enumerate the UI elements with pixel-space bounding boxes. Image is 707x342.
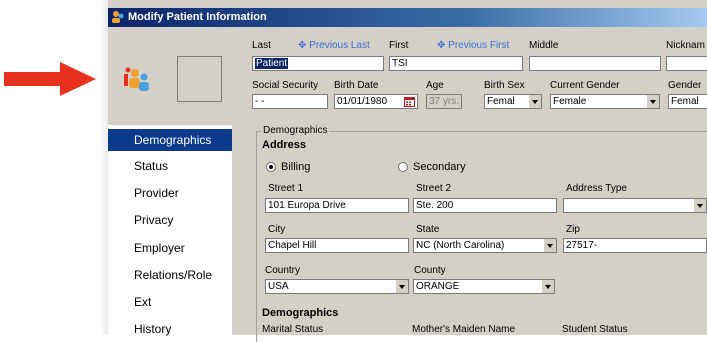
country-select[interactable]: USA [265, 279, 409, 294]
demographics-heading: Demographics [262, 307, 339, 319]
nickname-input[interactable] [666, 56, 707, 71]
sidebar-nav: Demographics Status Provider Privacy Emp… [108, 125, 232, 336]
age-label: Age [426, 80, 444, 91]
county-label: County [414, 265, 446, 276]
zip-label: Zip [566, 224, 580, 235]
chevron-down-icon[interactable] [395, 280, 408, 293]
last-name-value: Patient [255, 58, 289, 69]
street1-input[interactable]: 101 Europa Drive [265, 198, 409, 213]
birth-date-label: Birth Date [334, 80, 379, 91]
sidebar-item-ext[interactable]: Ext [108, 291, 232, 313]
sidebar-item-status[interactable]: Status [108, 155, 232, 177]
patient-photo[interactable] [177, 56, 222, 102]
gender-select[interactable]: Femal [668, 94, 707, 109]
ssn-label: Social Security [252, 80, 319, 91]
sidebar-item-privacy[interactable]: Privacy [108, 209, 232, 231]
birth-date-value: 01/01/1980 [337, 96, 388, 107]
sidebar-item-employer[interactable]: Employer [108, 237, 232, 259]
city-label: City [268, 224, 286, 235]
previous-last-link[interactable]: ✥ Previous Last [298, 40, 370, 51]
middle-label: Middle [529, 40, 559, 51]
gender-value: Femal [671, 96, 699, 107]
red-arrow-annotation [4, 62, 96, 96]
sidebar-item-provider[interactable]: Provider [108, 182, 232, 204]
chevron-down-icon[interactable] [541, 280, 554, 293]
address-heading: Address [262, 139, 307, 151]
county-select[interactable]: ORANGE [413, 279, 555, 294]
chevron-down-icon[interactable] [528, 95, 541, 108]
address-type-label: Address Type [566, 183, 627, 194]
age-field: 37 yrs. [426, 94, 462, 109]
billing-radio[interactable] [266, 162, 276, 172]
sidebar-item-demographics[interactable]: Demographics [108, 129, 232, 151]
gender-label: Gender [668, 80, 702, 91]
street2-input[interactable]: Ste. 200 [413, 198, 557, 213]
patient-group-icon [124, 67, 149, 91]
state-select[interactable]: NC (North Carolina) [413, 238, 557, 253]
last-name-input[interactable]: Patient [252, 56, 384, 71]
county-value: ORANGE [416, 281, 460, 292]
street2-label: Street 2 [416, 183, 452, 194]
window-title: Modify Patient Information [128, 11, 267, 23]
patient-app-icon [112, 11, 124, 23]
secondary-label[interactable]: Secondary [413, 161, 466, 173]
title-bar[interactable]: Modify Patient Information [108, 8, 707, 27]
birth-sex-select[interactable]: Femal [484, 94, 542, 109]
country-label: Country [265, 265, 301, 276]
first-name-input[interactable]: TSI [389, 56, 523, 71]
chevron-down-icon[interactable] [646, 95, 659, 108]
birth-sex-value: Femal [487, 96, 515, 107]
ssn-input[interactable]: - - [252, 94, 328, 109]
state-value: NC (North Carolina) [416, 240, 505, 251]
zip-input[interactable]: 27517- [563, 238, 707, 253]
chevron-down-icon[interactable] [693, 199, 706, 212]
birth-date-input[interactable]: 01/01/1980 [334, 94, 418, 109]
first-label: First [389, 40, 409, 51]
street1-label: Street 1 [268, 183, 304, 194]
calendar-icon[interactable] [404, 96, 415, 107]
address-type-select[interactable] [563, 198, 707, 213]
chevron-down-icon[interactable] [543, 239, 556, 252]
student-status-label: Student Status [562, 324, 628, 335]
city-input[interactable]: Chapel Hill [265, 238, 409, 253]
billing-label[interactable]: Billing [281, 161, 310, 173]
previous-first-link[interactable]: ✥ Previous First [437, 40, 509, 51]
middle-name-input[interactable] [529, 56, 661, 71]
sidebar-item-history[interactable]: History [108, 318, 232, 340]
state-label: State [416, 224, 440, 235]
current-gender-label: Current Gender [550, 80, 620, 91]
demographics-group-title: Demographics [261, 125, 330, 136]
mothers-maiden-name-label: Mother's Maiden Name [412, 324, 516, 335]
nickname-label: Nicknam [666, 40, 705, 51]
current-gender-select[interactable]: Female [550, 94, 660, 109]
birth-sex-label: Birth Sex [484, 80, 525, 91]
marital-status-label: Marital Status [262, 324, 324, 335]
sidebar-item-relations-role[interactable]: Relations/Role [108, 264, 232, 286]
last-label: Last [252, 40, 271, 51]
country-value: USA [268, 281, 289, 292]
current-gender-value: Female [553, 96, 587, 107]
secondary-radio[interactable] [398, 162, 408, 172]
